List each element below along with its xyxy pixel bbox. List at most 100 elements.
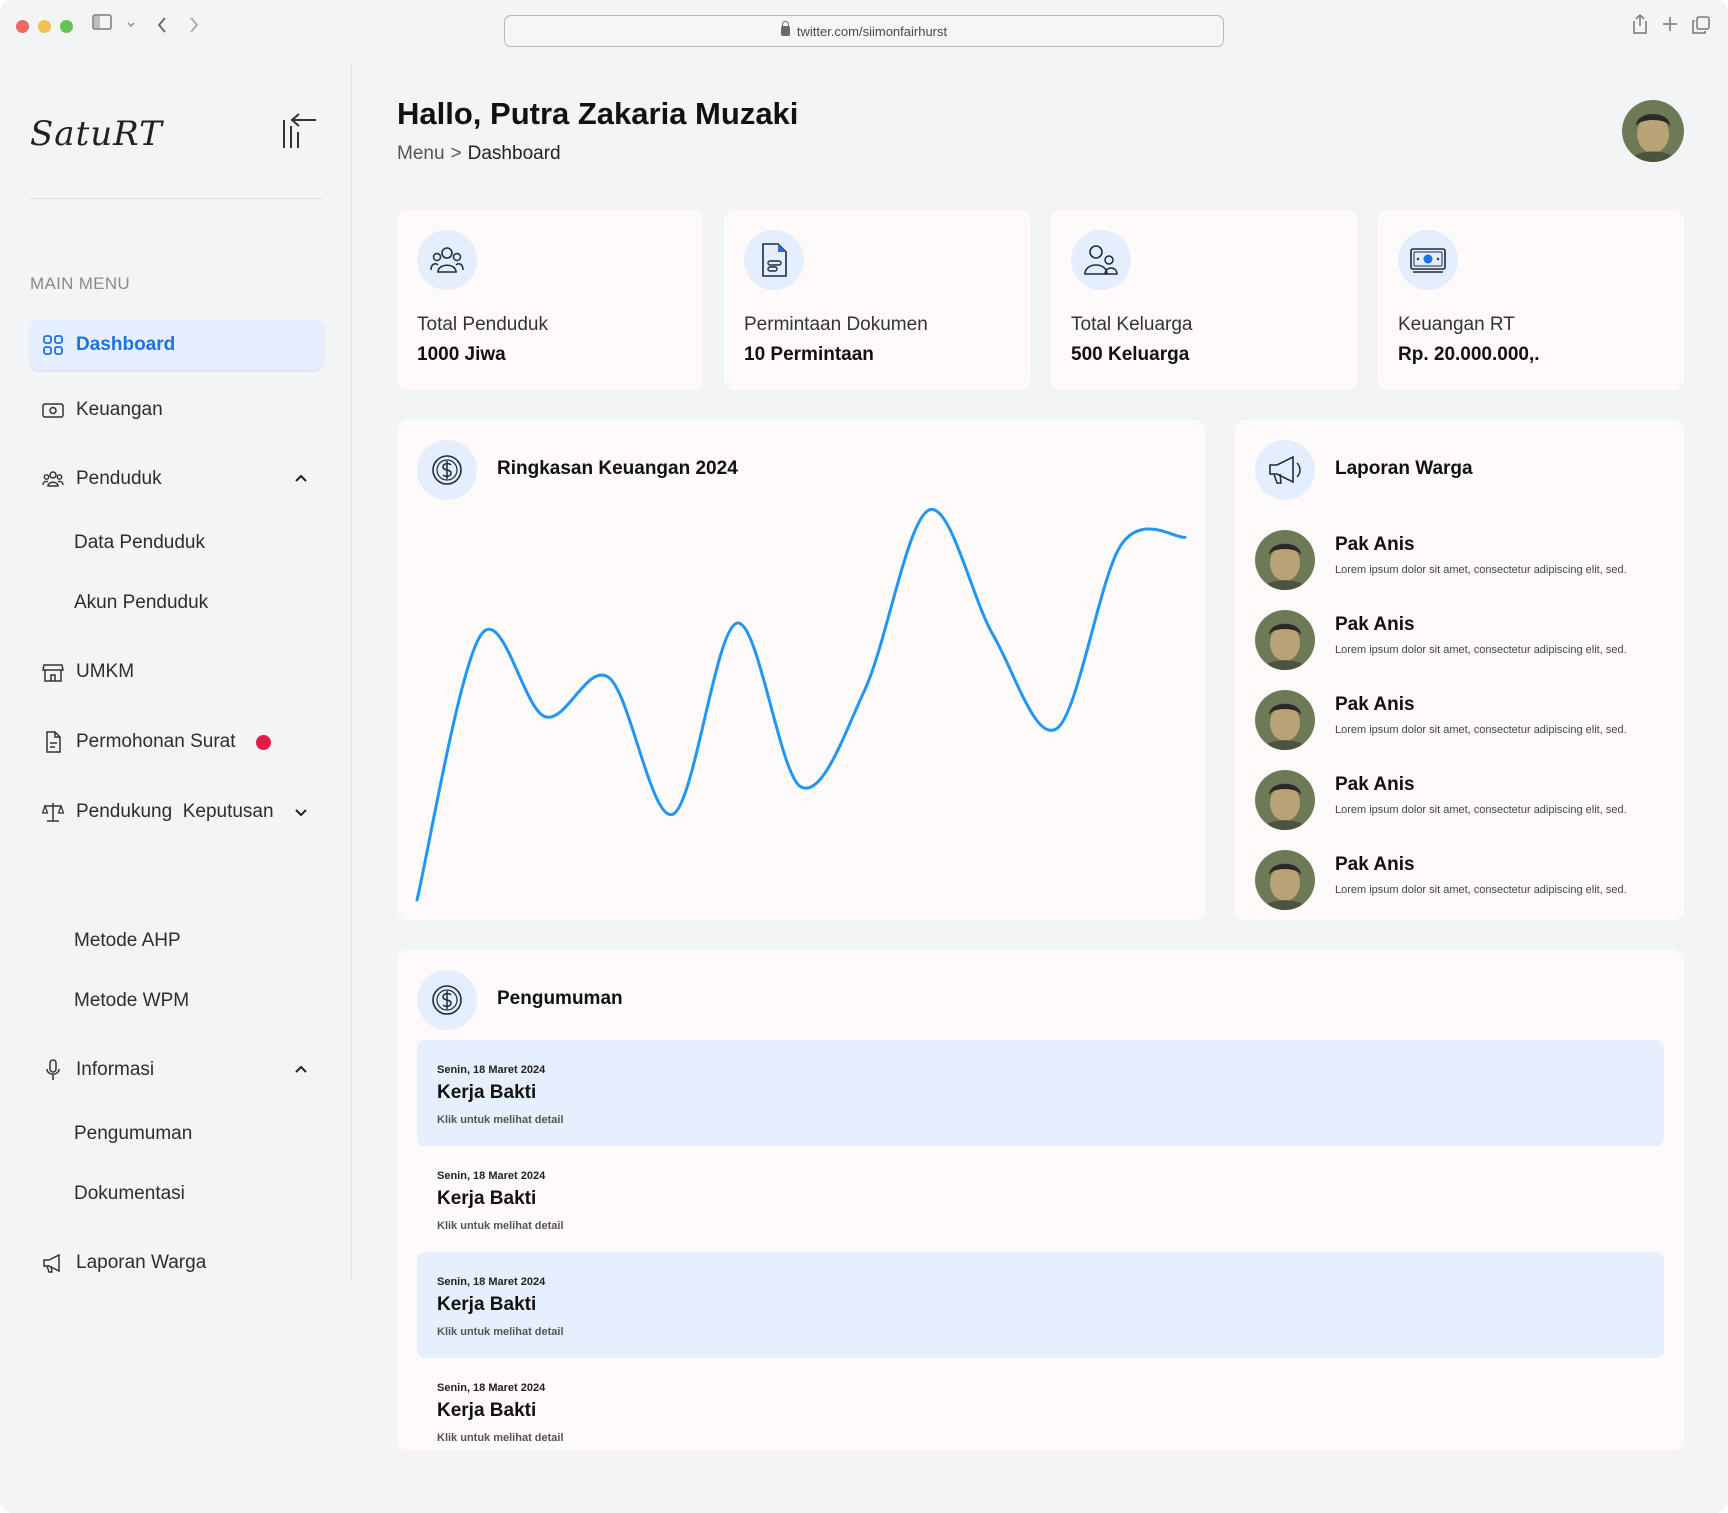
report-avatar <box>1255 770 1315 830</box>
stat-card-keuangan-rt[interactable]: Keuangan RT Rp. 20.000.000,. <box>1378 210 1684 390</box>
document-icon <box>744 230 804 290</box>
sidebar-item-permohonan-surat[interactable]: Permohonan Surat <box>30 717 323 767</box>
money-bill-icon <box>42 403 64 418</box>
stat-label: Permintaan Dokumen <box>744 314 928 335</box>
announcement-hint: Klik untuk melihat detail <box>437 1432 564 1444</box>
sidebar: SatuRT MAIN MENU Dashboard Keuangan Pend… <box>0 62 352 1280</box>
file-icon <box>46 731 61 753</box>
breadcrumb-root[interactable]: Menu <box>397 143 445 165</box>
megaphone-icon <box>1255 440 1315 500</box>
money-bill-icon <box>1398 230 1458 290</box>
sidebar-subitem-metode-wpm[interactable]: Metode WPM <box>74 990 189 1012</box>
stat-label: Total Penduduk <box>417 314 548 335</box>
report-avatar <box>1255 690 1315 750</box>
citizen-reports-card: Laporan Warga Pak Anis Lorem ipsum dolor… <box>1235 420 1684 920</box>
sidebar-item-penduduk[interactable]: Penduduk <box>30 454 323 504</box>
report-avatar <box>1255 610 1315 670</box>
minimize-window-button[interactable] <box>38 20 51 33</box>
main-menu-label: MAIN MENU <box>30 274 130 293</box>
people-group-icon <box>42 471 64 487</box>
sidebar-subitem-dokumentasi[interactable]: Dokumentasi <box>74 1183 185 1205</box>
share-icon[interactable] <box>1632 14 1648 34</box>
chevron-up-icon[interactable] <box>293 471 309 487</box>
sidebar-item-informasi[interactable]: Informasi <box>30 1045 323 1095</box>
announcement-date: Senin, 18 Maret 2024 <box>437 1382 546 1394</box>
forward-icon[interactable] <box>188 16 200 34</box>
announcement-title: Kerja Bakti <box>437 1400 537 1421</box>
announcement-date: Senin, 18 Maret 2024 <box>437 1170 546 1182</box>
stat-value: Rp. 20.000.000,. <box>1398 344 1540 365</box>
reports-title: Laporan Warga <box>1335 458 1473 479</box>
megaphone-icon <box>43 1253 60 1273</box>
report-item[interactable]: Pak Anis Lorem ipsum dolor sit amet, con… <box>1255 690 1675 752</box>
announcement-item[interactable]: Senin, 18 Maret 2024 Kerja Bakti Klik un… <box>417 1252 1664 1358</box>
sidebar-subitem-akun-penduduk[interactable]: Akun Penduduk <box>74 592 208 614</box>
announcement-title: Kerja Bakti <box>437 1082 537 1103</box>
announcement-title: Kerja Bakti <box>437 1294 537 1315</box>
sidebar-subitem-metode-ahp[interactable]: Metode AHP <box>74 930 181 952</box>
finance-series-line <box>415 508 1187 902</box>
sidebar-item-label: Laporan Warga <box>76 1252 207 1273</box>
back-icon[interactable] <box>156 16 168 34</box>
sidebar-item-label: UMKM <box>76 661 135 682</box>
report-text: Lorem ipsum dolor sit amet, consectetur … <box>1335 804 1627 816</box>
stat-label: Total Keluarga <box>1071 314 1193 335</box>
address-bar-url: twitter.com/siimonfairhurst <box>796 23 948 39</box>
report-item[interactable]: Pak Anis Lorem ipsum dolor sit amet, con… <box>1255 770 1675 832</box>
sidebar-subitem-data-penduduk[interactable]: Data Penduduk <box>74 532 205 554</box>
report-avatar <box>1255 850 1315 910</box>
report-item[interactable]: Pak Anis Lorem ipsum dolor sit amet, con… <box>1255 850 1675 912</box>
sidebar-subitem-pengumuman[interactable]: Pengumuman <box>74 1123 192 1145</box>
sidebar-item-laporan-warga[interactable]: Laporan Warga <box>30 1238 323 1288</box>
report-avatar <box>1255 530 1315 590</box>
announcement-date: Senin, 18 Maret 2024 <box>437 1276 546 1288</box>
new-tab-icon[interactable] <box>1662 16 1678 32</box>
report-author: Pak Anis <box>1335 694 1415 715</box>
sidebar-item-label: Informasi <box>76 1059 155 1080</box>
dollar-circle-icon <box>417 970 477 1030</box>
sidebar-toggle-icon[interactable] <box>92 14 112 30</box>
stat-card-total-penduduk[interactable]: Total Penduduk 1000 Jiwa <box>397 210 703 390</box>
stat-card-total-keluarga[interactable]: Total Keluarga 500 Keluarga <box>1051 210 1357 390</box>
sidebar-item-dashboard[interactable]: Dashboard <box>30 320 323 370</box>
sidebar-item-pendukung-keputusan[interactable]: Pendukung Keputusan <box>30 787 323 837</box>
stat-card-permintaan-dokumen[interactable]: Permintaan Dokumen 10 Permintaan <box>724 210 1030 390</box>
stat-value: 500 Keluarga <box>1071 344 1190 365</box>
sidebar-divider <box>30 198 322 199</box>
announcement-hint: Klik untuk melihat detail <box>437 1326 564 1338</box>
close-window-button[interactable] <box>16 20 29 33</box>
breadcrumb-separator: > <box>450 143 462 164</box>
sidebar-item-label: Keuangan <box>76 399 163 420</box>
stat-label: Keuangan RT <box>1398 314 1515 335</box>
app-logo[interactable]: SatuRT <box>30 114 163 154</box>
finance-chart-card: Ringkasan Keuangan 2024 <box>397 420 1205 920</box>
sidebar-item-umkm[interactable]: UMKM <box>30 647 323 697</box>
collapse-sidebar-icon[interactable] <box>280 112 320 152</box>
lock-icon <box>780 21 790 36</box>
address-bar[interactable]: twitter.com/siimonfairhurst <box>504 15 1224 47</box>
announcements-title: Pengumuman <box>497 988 623 1009</box>
announcement-item[interactable]: Senin, 18 Maret 2024 Kerja Bakti Klik un… <box>417 1146 1664 1252</box>
report-text: Lorem ipsum dolor sit amet, consectetur … <box>1335 564 1627 576</box>
sidebar-item-keuangan[interactable]: Keuangan <box>30 385 323 435</box>
announcement-item[interactable]: Senin, 18 Maret 2024 Kerja Bakti Klik un… <box>417 1040 1664 1146</box>
zoom-window-button[interactable] <box>60 20 73 33</box>
browser-toolbar: twitter.com/siimonfairhurst <box>0 0 1728 62</box>
announcement-item[interactable]: Senin, 18 Maret 2024 Kerja Bakti Klik un… <box>417 1358 1664 1450</box>
announcement-hint: Klik untuk melihat detail <box>437 1220 564 1232</box>
sidebar-item-label: Permohonan Surat <box>76 731 236 752</box>
report-text: Lorem ipsum dolor sit amet, consectetur … <box>1335 644 1627 656</box>
stat-value: 10 Permintaan <box>744 344 874 365</box>
chevron-down-icon[interactable] <box>126 20 136 30</box>
report-item[interactable]: Pak Anis Lorem ipsum dolor sit amet, con… <box>1255 530 1675 592</box>
report-text: Lorem ipsum dolor sit amet, consectetur … <box>1335 884 1627 896</box>
announcement-hint: Klik untuk melihat detail <box>437 1114 564 1126</box>
tab-overview-icon[interactable] <box>1692 16 1710 34</box>
grid-icon <box>43 335 63 355</box>
window-controls <box>16 20 73 33</box>
chevron-up-icon[interactable] <box>293 1062 309 1078</box>
user-avatar[interactable] <box>1622 100 1684 162</box>
report-author: Pak Anis <box>1335 614 1415 635</box>
chevron-down-icon[interactable] <box>293 804 309 820</box>
report-item[interactable]: Pak Anis Lorem ipsum dolor sit amet, con… <box>1255 610 1675 672</box>
